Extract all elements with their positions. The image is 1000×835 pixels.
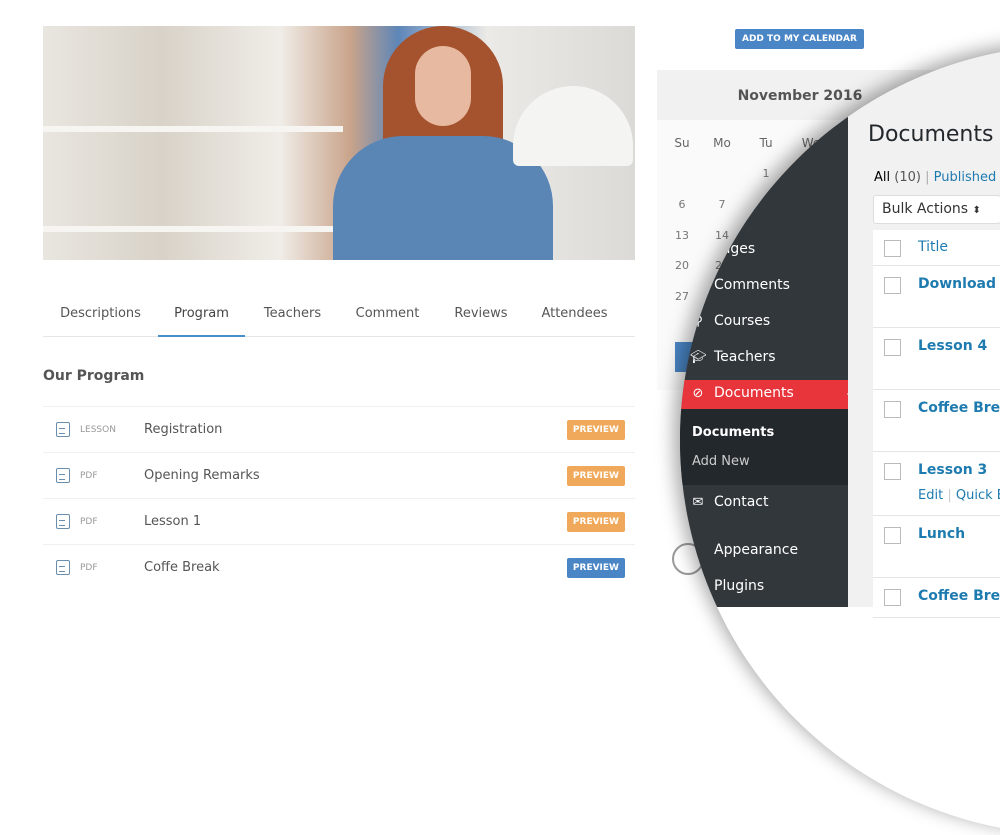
preview-button[interactable]: PREVIEW: [566, 465, 625, 486]
filter-published[interactable]: Published: [934, 170, 997, 185]
item-name[interactable]: Coffe Break: [144, 560, 567, 575]
preview-button[interactable]: PREVIEW: [566, 511, 625, 532]
program-item: PDF Lesson 1 PREVIEW: [43, 498, 635, 544]
menu-label: Teachers: [714, 349, 776, 365]
document-icon: [56, 422, 70, 437]
preview-button[interactable]: PREVIEW: [566, 419, 625, 440]
select-arrows-icon: ⬍: [972, 205, 981, 216]
row-checkbox[interactable]: [884, 401, 901, 418]
row-title[interactable]: Lunch: [918, 526, 965, 542]
admin-submenu: [680, 409, 848, 485]
item-type: LESSON: [80, 424, 116, 435]
calendar-day[interactable]: 27: [667, 290, 697, 303]
tab-reviews[interactable]: Reviews: [435, 296, 527, 337]
table-header: Title: [873, 230, 1000, 266]
edit-link[interactable]: Edit: [918, 488, 943, 503]
row-checkbox[interactable]: [884, 527, 901, 544]
table-row: Lesson 3 Edit | Quick E: [873, 452, 1000, 516]
paperclip-icon: ⊘: [692, 385, 704, 401]
item-name[interactable]: Opening Remarks: [144, 468, 567, 483]
menu-label: Comments: [714, 277, 790, 293]
item-type: PDF: [80, 516, 98, 527]
menu-plugins[interactable]: Plugins: [690, 578, 764, 594]
submenu-documents[interactable]: Documents: [692, 425, 774, 440]
row-checkbox[interactable]: [884, 277, 901, 294]
row-title[interactable]: Coffee Brea: [918, 400, 1000, 416]
table-row: Coffee Brea: [873, 578, 1000, 618]
filter-count: (10): [894, 170, 921, 185]
filter-separator: |: [925, 170, 930, 185]
menu-appearance[interactable]: Appearance: [690, 542, 798, 558]
calendar-day[interactable]: 1: [751, 167, 781, 180]
bulk-actions-select[interactable]: Bulk Actions ⬍: [873, 195, 1000, 224]
tab-program[interactable]: Program: [158, 296, 245, 337]
course-hero-image: [43, 26, 635, 260]
item-type: PDF: [80, 562, 98, 573]
menu-courses[interactable]: ⚲Courses: [690, 313, 770, 329]
menu-label: Courses: [714, 313, 771, 329]
program-item: LESSON Registration PREVIEW: [43, 406, 635, 452]
calendar-day[interactable]: 7: [707, 198, 737, 211]
calendar-day[interactable]: 6: [667, 198, 697, 211]
quick-edit-link[interactable]: Quick E: [956, 488, 1000, 503]
row-checkbox[interactable]: [884, 339, 901, 356]
filters: All (10) | Published: [874, 170, 996, 185]
table-row: Lesson 4: [873, 328, 1000, 390]
program-heading: Our Program: [43, 368, 145, 384]
weekday-label: Su: [674, 136, 690, 150]
program-item: PDF Opening Remarks PREVIEW: [43, 452, 635, 498]
tab-comment[interactable]: Comment: [340, 296, 435, 337]
table-row: Download t: [873, 266, 1000, 328]
menu-documents[interactable]: ⊘ Documents: [690, 385, 794, 401]
preview-button[interactable]: PREVIEW: [566, 557, 625, 578]
item-type: PDF: [80, 470, 98, 481]
envelope-icon: ✉: [692, 494, 704, 510]
calendar-day[interactable]: 20: [667, 259, 697, 272]
item-name[interactable]: Lesson 1: [144, 514, 567, 529]
weekday-label: Mo: [713, 136, 731, 150]
menu-label: Documents: [714, 385, 794, 401]
row-checkbox[interactable]: [884, 463, 901, 480]
document-icon: [56, 560, 70, 575]
row-checkbox[interactable]: [884, 589, 901, 606]
table-row: Lunch: [873, 516, 1000, 578]
tab-teachers[interactable]: Teachers: [245, 296, 340, 337]
row-title[interactable]: Download t: [918, 276, 1000, 292]
filter-all[interactable]: All: [874, 170, 890, 185]
menu-teachers[interactable]: 🎓︎ Teachers: [690, 349, 776, 365]
submenu-add-new[interactable]: Add New: [692, 454, 750, 469]
document-icon: [56, 468, 70, 483]
menu-label: Appearance: [714, 542, 799, 558]
weekday-label: Tu: [759, 136, 773, 150]
tab-descriptions[interactable]: Descriptions: [43, 296, 158, 337]
calendar-day[interactable]: 13: [667, 229, 697, 242]
row-title[interactable]: Coffee Brea: [918, 588, 1000, 604]
documents-title: Documents: [868, 122, 994, 147]
menu-contact[interactable]: ✉ Contact: [690, 494, 769, 510]
document-icon: [56, 514, 70, 529]
graduation-cap-icon: 🎓︎: [690, 349, 707, 365]
menu-label: Contact: [714, 494, 769, 510]
select-all-checkbox[interactable]: [884, 240, 901, 257]
course-tabs: Descriptions Program Teachers Comment Re…: [43, 296, 635, 337]
table-row: Coffee Brea: [873, 390, 1000, 452]
tab-attendees[interactable]: Attendees: [527, 296, 622, 337]
title-column-header[interactable]: Title: [918, 239, 948, 255]
row-title[interactable]: Lesson 4: [918, 338, 987, 354]
menu-label: Plugins: [714, 578, 765, 594]
program-item: PDF Coffe Break PREVIEW: [43, 544, 635, 590]
add-to-calendar-button[interactable]: ADD TO MY CALENDAR: [735, 29, 864, 49]
row-title[interactable]: Lesson 3: [918, 462, 987, 478]
bulk-actions-value: Bulk Actions: [882, 201, 969, 217]
item-name[interactable]: Registration: [144, 422, 567, 437]
calendar-day[interactable]: 14: [707, 229, 737, 242]
